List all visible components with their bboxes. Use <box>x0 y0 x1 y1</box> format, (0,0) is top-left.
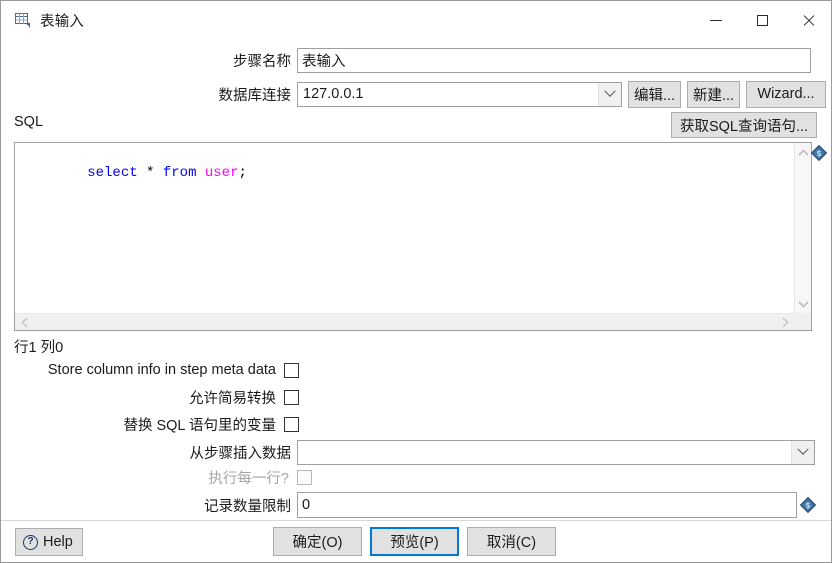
sql-editor-text: select * from user; <box>20 148 247 199</box>
replace-variables-checkbox[interactable] <box>284 416 299 432</box>
insert-from-step-label: 从步骤插入数据 <box>189 445 292 462</box>
cursor-position-status: 行1 列0 <box>14 340 64 356</box>
store-column-info-checkbox[interactable] <box>284 362 299 378</box>
insert-from-step-row: 从步骤插入数据 <box>1 438 831 466</box>
record-limit-label: 记录数量限制 <box>204 498 291 515</box>
maximize-icon <box>756 14 768 26</box>
cancel-button[interactable]: 取消(C) <box>467 527 556 556</box>
execute-each-row-checkbox <box>297 469 312 485</box>
close-icon <box>802 14 815 27</box>
dialog-footer: ? Help 确定(O) 预览(P) 取消(C) <box>1 520 831 562</box>
sql-vertical-scrollbar[interactable] <box>794 143 811 313</box>
table-input-dialog: 表输入 步骤名称 数据库连接 127.0.0.1 编辑 <box>0 0 832 563</box>
maximize-button[interactable] <box>739 1 785 39</box>
svg-text:$: $ <box>816 149 821 158</box>
execute-each-row-row: 执行每一行? <box>1 466 831 488</box>
sql-editor[interactable]: select * from user; <box>14 142 812 331</box>
db-connection-combo[interactable]: 127.0.0.1 <box>297 81 622 107</box>
get-sql-button[interactable]: 获取SQL查询语句... <box>671 112 817 138</box>
chevron-down-icon[interactable] <box>791 440 814 464</box>
minimize-icon <box>710 19 722 21</box>
step-name-row: 步骤名称 <box>1 47 831 74</box>
allow-lazy-conversion-checkbox[interactable] <box>284 389 299 405</box>
sql-token-semicolon: ; <box>238 165 247 181</box>
window-title: 表输入 <box>40 13 85 30</box>
allow-lazy-conversion-label: 允许简易转换 <box>189 390 276 407</box>
help-button[interactable]: ? Help <box>15 528 83 556</box>
execute-each-row-label: 执行每一行? <box>208 470 289 487</box>
dialog-body: 步骤名称 数据库连接 127.0.0.1 编辑... 新建... Wizard.… <box>1 39 831 562</box>
scroll-up-icon[interactable] <box>795 145 811 160</box>
scrollbar-corner <box>794 313 811 330</box>
footer-button-group: 确定(O) 预览(P) 取消(C) <box>273 527 556 556</box>
title-bar: 表输入 <box>1 1 831 39</box>
record-limit-input[interactable] <box>297 492 797 518</box>
replace-variables-label: 替换 SQL 语句里的变量 <box>123 417 276 434</box>
allow-lazy-conversion-row: 允许简易转换 <box>1 386 831 408</box>
minimize-button[interactable] <box>693 1 739 39</box>
db-connection-row: 数据库连接 127.0.0.1 编辑... 新建... Wizard... <box>1 80 831 108</box>
insert-from-step-combo[interactable] <box>297 439 815 465</box>
window-controls <box>693 1 831 39</box>
svg-text:$: $ <box>805 501 810 510</box>
preview-button[interactable]: 预览(P) <box>370 527 459 556</box>
edit-connection-button[interactable]: 编辑... <box>628 80 681 108</box>
scroll-down-icon[interactable] <box>795 296 811 311</box>
help-icon: ? <box>23 534 38 550</box>
scroll-right-icon[interactable] <box>777 314 792 330</box>
sql-label: SQL <box>14 114 44 130</box>
help-button-label: Help <box>43 534 73 550</box>
db-connection-value: 127.0.0.1 <box>303 86 364 102</box>
sql-token-table: user <box>204 165 239 181</box>
sql-header-row: SQL 获取SQL查询语句... <box>1 112 831 142</box>
chevron-down-icon[interactable] <box>598 82 621 106</box>
close-button[interactable] <box>785 1 831 39</box>
store-column-info-label: Store column info in step meta data <box>47 362 276 378</box>
sql-token-from: from <box>162 165 197 181</box>
replace-variables-row: 替换 SQL 语句里的变量 <box>1 413 831 435</box>
sql-token-select: select <box>87 165 138 181</box>
step-name-input[interactable] <box>297 48 811 73</box>
wizard-button[interactable]: Wizard... <box>746 80 826 108</box>
record-limit-variable-marker-icon[interactable]: $ <box>800 497 816 513</box>
new-connection-button[interactable]: 新建... <box>687 80 740 108</box>
db-connection-label: 数据库连接 <box>218 87 292 104</box>
sql-variable-marker-icon[interactable]: $ <box>811 145 827 161</box>
record-limit-row: 记录数量限制 $ <box>1 491 831 519</box>
ok-button[interactable]: 确定(O) <box>273 527 362 556</box>
store-column-info-row: Store column info in step meta data <box>1 359 831 381</box>
step-name-label: 步骤名称 <box>233 54 291 70</box>
scroll-left-icon[interactable] <box>17 314 32 330</box>
sql-horizontal-scrollbar[interactable] <box>15 313 794 330</box>
table-input-icon <box>14 11 32 29</box>
